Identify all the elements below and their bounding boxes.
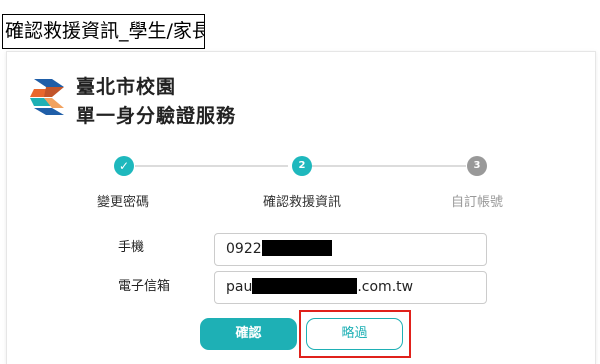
phone-value: 0922 (226, 241, 262, 257)
brand-title-line1: 臺北市校園 (76, 76, 177, 98)
logo-icon (30, 79, 64, 115)
screenshot-caption: 確認救援資訊_學生/家長 (2, 14, 205, 49)
step-2-label: 確認救援資訊 (263, 195, 342, 210)
redaction-bar (261, 240, 332, 256)
email-label: 電子信箱 (118, 279, 171, 294)
step-3-indicator: 3 (467, 156, 487, 176)
step-1-label: 變更密碼 (97, 195, 150, 210)
step-2-indicator: 2 (292, 156, 312, 176)
step-3-label: 自訂帳號 (451, 195, 504, 210)
brand-title-line2: 單一身分驗證服務 (76, 105, 237, 127)
email-value-suffix: .com.tw (357, 279, 414, 295)
email-value-prefix: pau (226, 279, 253, 295)
confirm-button[interactable]: 確認 (200, 318, 297, 350)
phone-label: 手機 (118, 240, 145, 255)
stepper-connector (135, 165, 288, 167)
stepper-connector (311, 165, 466, 167)
phone-field[interactable]: 0922 (214, 233, 487, 266)
highlight-box (299, 310, 411, 358)
redaction-bar (252, 278, 358, 294)
email-field[interactable]: pau .com.tw (214, 271, 487, 304)
step-1-check-icon: ✓ (114, 156, 134, 176)
